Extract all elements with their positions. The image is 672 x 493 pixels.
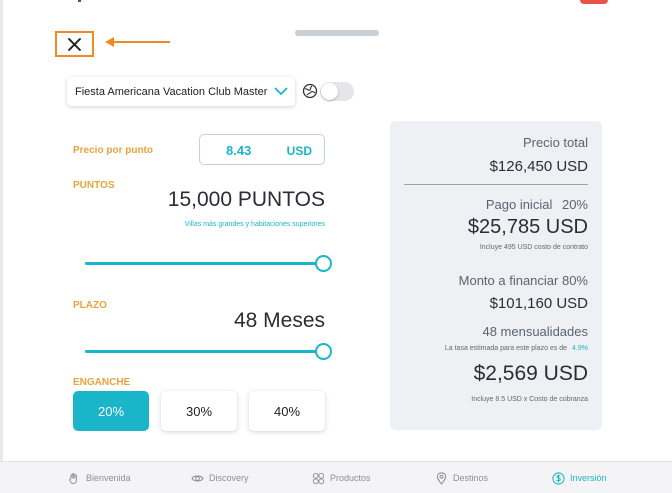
points-slider-thumb[interactable] — [315, 255, 332, 272]
currency-toggle[interactable] — [320, 82, 354, 101]
sheet-drag-handle[interactable] — [295, 30, 379, 36]
points-slider[interactable] — [85, 255, 332, 272]
dollar-circle-icon — [552, 471, 565, 485]
location-pin-icon — [436, 471, 447, 485]
initial-payment-label: Pago inicial 20% — [486, 197, 588, 212]
term-value: 48 Meses — [233, 309, 325, 332]
down-payment-option-40[interactable]: 40% — [249, 391, 325, 431]
nav-item-productos[interactable]: Productos — [312, 462, 371, 493]
globe-icon — [302, 83, 318, 99]
total-price-label: Precio total — [522, 135, 588, 150]
initial-payment-note: Incluye 495 USD costo de contrato — [479, 244, 588, 251]
price-per-point-field[interactable]: 8.43 USD — [199, 134, 325, 165]
nav-label: Productos — [330, 473, 371, 483]
monthly-payment-value: $2,569 USD — [473, 362, 588, 385]
price-currency: USD — [286, 144, 312, 158]
summary-divider — [404, 184, 588, 185]
term-slider[interactable] — [85, 343, 332, 360]
total-price-value: $126,450 USD — [489, 158, 588, 175]
nav-label: Destinos — [453, 473, 489, 483]
price-per-point-value: 8.43 — [226, 143, 252, 158]
down-payment-label: ENGANCHE — [73, 377, 131, 388]
summary-panel: Precio total $126,450 USD Pago inicial 2… — [390, 121, 602, 430]
property-select[interactable]: Fiesta Americana Vacation Club Master — [67, 77, 295, 106]
eye-icon — [191, 475, 204, 481]
property-select-value: Fiesta Americana Vacation Club Master — [75, 85, 268, 98]
price-per-point-label: Precio por punto — [73, 145, 153, 156]
term-label: PLAZO — [73, 300, 107, 311]
initial-payment-value: $25,785 USD — [467, 216, 588, 238]
nav-label: Discovery — [209, 473, 249, 483]
nav-item-destinos[interactable]: Destinos — [435, 462, 488, 493]
grid-icon — [312, 472, 325, 484]
window-edge — [0, 0, 3, 493]
top-red-tab — [580, 0, 608, 4]
nav-item-discovery[interactable]: Discovery — [191, 462, 249, 493]
top-mark — [78, 0, 81, 2]
nav-item-inversion[interactable]: Inversión — [552, 462, 607, 493]
annotation-arrow-icon — [105, 37, 170, 47]
hand-icon — [68, 472, 77, 484]
nav-item-bienvenida[interactable]: Bienvenida — [68, 462, 131, 493]
monthly-payment-note: Incluye 8.5 USD x Costo de cobranza — [471, 396, 588, 403]
down-payment-option-30[interactable]: 30% — [161, 391, 237, 431]
toggle-knob — [321, 83, 338, 100]
term-slider-thumb[interactable] — [315, 343, 332, 360]
close-button[interactable] — [55, 31, 94, 57]
chevron-down-icon — [274, 87, 288, 96]
points-value: 15,000 PUNTOS — [167, 188, 325, 211]
rate-note-text: La tasa estimada para este plazo es de — [444, 345, 568, 352]
points-subtitle: Villas más grandes y habitaciones superi… — [184, 221, 325, 228]
close-icon — [68, 37, 81, 51]
rate-note: La tasa estimada para este plazo es de 4… — [445, 345, 588, 352]
initial-payment-percent: 20% — [561, 197, 588, 212]
nav-label: Bienvenida — [86, 473, 131, 483]
finance-amount-label: Monto a financiar 80% — [458, 273, 588, 288]
installments-label: 48 mensualidades — [482, 324, 588, 339]
bottom-navigation: Bienvenida Discovery Productos Destinos … — [0, 461, 672, 493]
rate-value: 4.9% — [572, 345, 588, 352]
initial-payment-label-text: Pago inicial — [485, 197, 553, 212]
points-label: PUNTOS — [73, 180, 115, 191]
nav-label: Inversión — [570, 473, 607, 483]
finance-amount-value: $101,160 USD — [489, 295, 588, 312]
down-payment-option-20[interactable]: 20% — [73, 391, 149, 431]
